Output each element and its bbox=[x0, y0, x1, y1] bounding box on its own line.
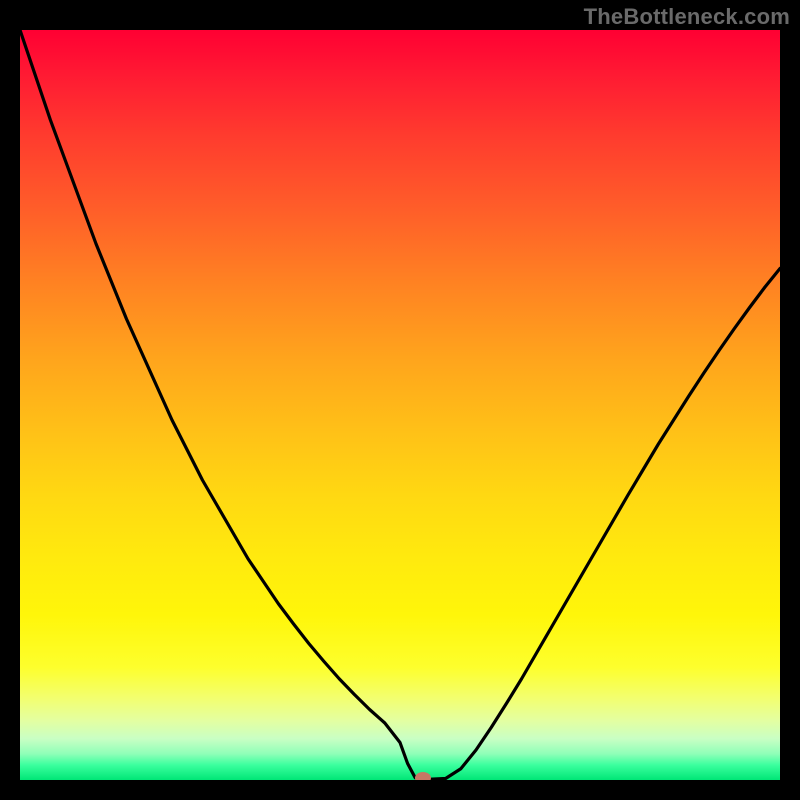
watermark-text: TheBottleneck.com bbox=[584, 4, 790, 30]
bottleneck-curve bbox=[20, 30, 780, 780]
chart-frame: TheBottleneck.com bbox=[0, 0, 800, 800]
optimal-point-marker bbox=[415, 772, 431, 780]
plot-area bbox=[20, 30, 780, 780]
